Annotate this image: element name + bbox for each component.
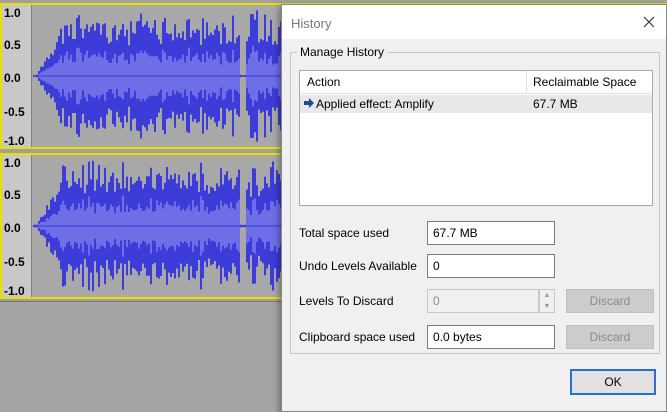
list-item[interactable]: Applied effect: Amplify 67.7 MB xyxy=(300,95,652,113)
clipboard-label: Clipboard space used xyxy=(299,330,416,344)
scale-label: 0.0 xyxy=(4,221,21,235)
column-divider[interactable] xyxy=(526,71,527,94)
close-button[interactable] xyxy=(638,11,660,33)
scale-label: -1.0 xyxy=(4,134,25,148)
scale-label: 1.0 xyxy=(4,6,21,20)
scale-label: 0.0 xyxy=(4,71,21,85)
levels-discard-spinner[interactable]: ▲ ▼ xyxy=(539,289,555,313)
clipboard-field[interactable] xyxy=(427,325,555,349)
row-action: Applied effect: Amplify xyxy=(316,97,434,111)
spin-down-icon[interactable]: ▼ xyxy=(540,301,554,312)
manage-history-group: Manage History Action Reclaimable Space … xyxy=(290,45,660,354)
scale-label: -1.0 xyxy=(4,284,25,298)
dialog-titlebar[interactable]: History xyxy=(282,5,666,39)
list-header: Action Reclaimable Space xyxy=(300,71,652,94)
column-header-action[interactable]: Action xyxy=(307,75,340,89)
total-space-label: Total space used xyxy=(299,226,390,240)
levels-discard-field[interactable] xyxy=(427,289,539,313)
scale-label: 0.5 xyxy=(4,38,21,52)
levels-discard-label: Levels To Discard xyxy=(299,294,394,308)
discard-clipboard-button[interactable]: Discard xyxy=(566,325,654,349)
close-icon xyxy=(643,16,655,28)
spin-up-icon[interactable]: ▲ xyxy=(540,290,554,301)
scale-label: 0.5 xyxy=(4,188,21,202)
amplitude-ruler: 1.0 0.5 0.0 -0.5 -1.0 xyxy=(2,155,32,297)
total-space-field[interactable] xyxy=(427,221,555,245)
ok-button[interactable]: OK xyxy=(570,369,656,395)
right-arrow-icon xyxy=(304,98,314,108)
scale-label: -0.5 xyxy=(4,255,25,269)
history-list[interactable]: Action Reclaimable Space Applied effect:… xyxy=(299,70,653,206)
undo-levels-label: Undo Levels Available xyxy=(299,259,417,273)
row-space: 67.7 MB xyxy=(533,97,578,111)
discard-button[interactable]: Discard xyxy=(566,289,654,313)
column-header-space[interactable]: Reclaimable Space xyxy=(533,75,636,89)
amplitude-ruler: 1.0 0.5 0.0 -0.5 -1.0 xyxy=(2,5,32,147)
group-label: Manage History xyxy=(297,45,388,59)
history-dialog: History Manage History Action Reclaimabl… xyxy=(281,4,667,412)
dialog-title: History xyxy=(291,16,332,31)
undo-levels-field[interactable] xyxy=(427,254,555,278)
scale-label: 1.0 xyxy=(4,156,21,170)
scale-label: -0.5 xyxy=(4,105,25,119)
